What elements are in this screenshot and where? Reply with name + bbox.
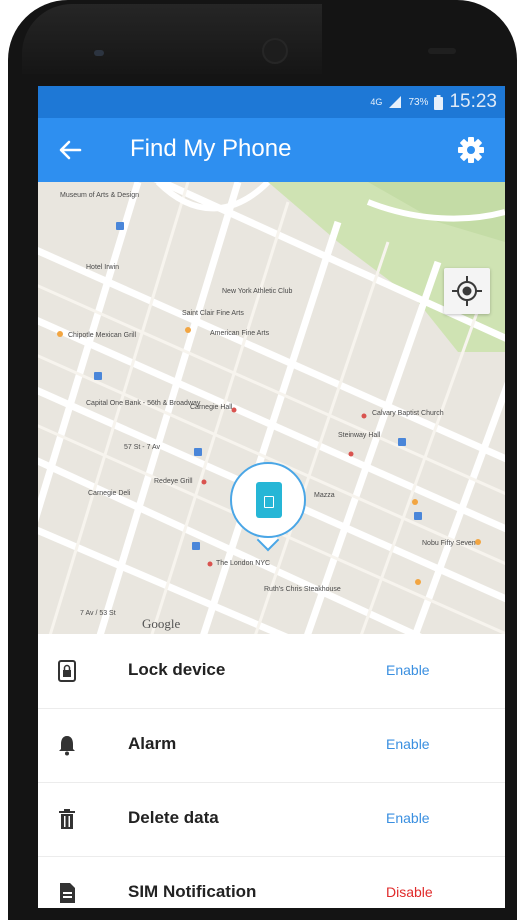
map-label-1: Hotel Irwin [86, 264, 120, 271]
map-view[interactable]: Museum of Arts & Design Hotel Irwin New … [38, 182, 505, 634]
speaker-grille [94, 50, 104, 56]
status-time: 15:23 [449, 91, 497, 112]
app-screen: 4G 73% 15:23 Find My Phone Museum of Art… [38, 86, 505, 908]
enable-link[interactable]: Enable [386, 662, 430, 678]
back-button[interactable] [56, 136, 84, 164]
map-label-4: American Fine Arts [210, 330, 270, 337]
battery-percent: 73% [408, 96, 429, 108]
map-label-9: Steinway Hall [338, 432, 381, 439]
map-label-13: Mazza [314, 492, 335, 499]
disable-link[interactable]: Disable [386, 884, 433, 900]
map-label-2: New York Athletic Club [222, 288, 293, 295]
action-row-sim-notification[interactable]: SIM Notification Disable [38, 856, 505, 908]
gear-icon [458, 137, 484, 163]
map-label-8: Calvary Baptist Church [372, 410, 444, 417]
settings-button[interactable] [457, 136, 485, 164]
map-attribution: Google [142, 616, 181, 631]
lock-device-icon [58, 660, 76, 682]
bell-icon [59, 736, 75, 756]
network-label: 4G [370, 97, 383, 107]
page-title: Find My Phone [130, 135, 292, 162]
phone-icon [256, 482, 282, 518]
action-label: Lock device [128, 660, 226, 679]
crosshair-icon [452, 276, 482, 306]
map-label-17: 7 Av / 53 St [80, 610, 116, 617]
map-label-15: Nobu Fifty Seven [422, 540, 476, 547]
enable-link[interactable]: Enable [386, 736, 430, 752]
enable-link[interactable]: Enable [386, 810, 430, 826]
map-label-7: Carnegie Hall [190, 404, 233, 411]
action-row-delete-data[interactable]: Delete data Enable [38, 782, 505, 857]
battery-icon [434, 94, 444, 110]
trash-icon [59, 809, 75, 829]
map-label-0: Museum of Arts & Design [60, 192, 139, 199]
map-streets [38, 182, 505, 634]
front-camera [262, 38, 288, 64]
locate-button[interactable] [444, 268, 490, 314]
action-label: Delete data [128, 808, 219, 827]
map-label-3: Saint Clair Fine Arts [182, 310, 244, 317]
actions-list: Lock device Enable Alarm Enable Delete d… [38, 634, 505, 908]
proximity-sensor [428, 48, 456, 54]
map-label-6: Capital One Bank - 56th & Broadway [86, 400, 201, 407]
map-label-5: Chipotle Mexican Grill [68, 332, 137, 339]
map-label-14: The London NYC [216, 560, 271, 567]
action-row-alarm[interactable]: Alarm Enable [38, 708, 505, 783]
status-bar: 4G 73% 15:23 [38, 86, 505, 118]
app-bar: Find My Phone [38, 118, 505, 182]
device-location-marker[interactable] [230, 462, 306, 538]
map-label-11: Carnegie Deli [88, 490, 131, 497]
map-label-16: Ruth's Chris Steakhouse [264, 586, 341, 593]
action-label: Alarm [128, 734, 177, 753]
back-arrow-icon [59, 140, 82, 160]
action-label: SIM Notification [128, 882, 257, 901]
action-row-lock-device[interactable]: Lock device Enable [38, 634, 505, 709]
map-label-10: 57 St - 7 Av [124, 444, 161, 451]
phone-frame: 4G 73% 15:23 Find My Phone Museum of Art… [8, 0, 517, 920]
map-label-12: Redeye Grill [154, 478, 193, 485]
sim-card-icon [60, 883, 75, 903]
signal-icon [389, 96, 402, 108]
